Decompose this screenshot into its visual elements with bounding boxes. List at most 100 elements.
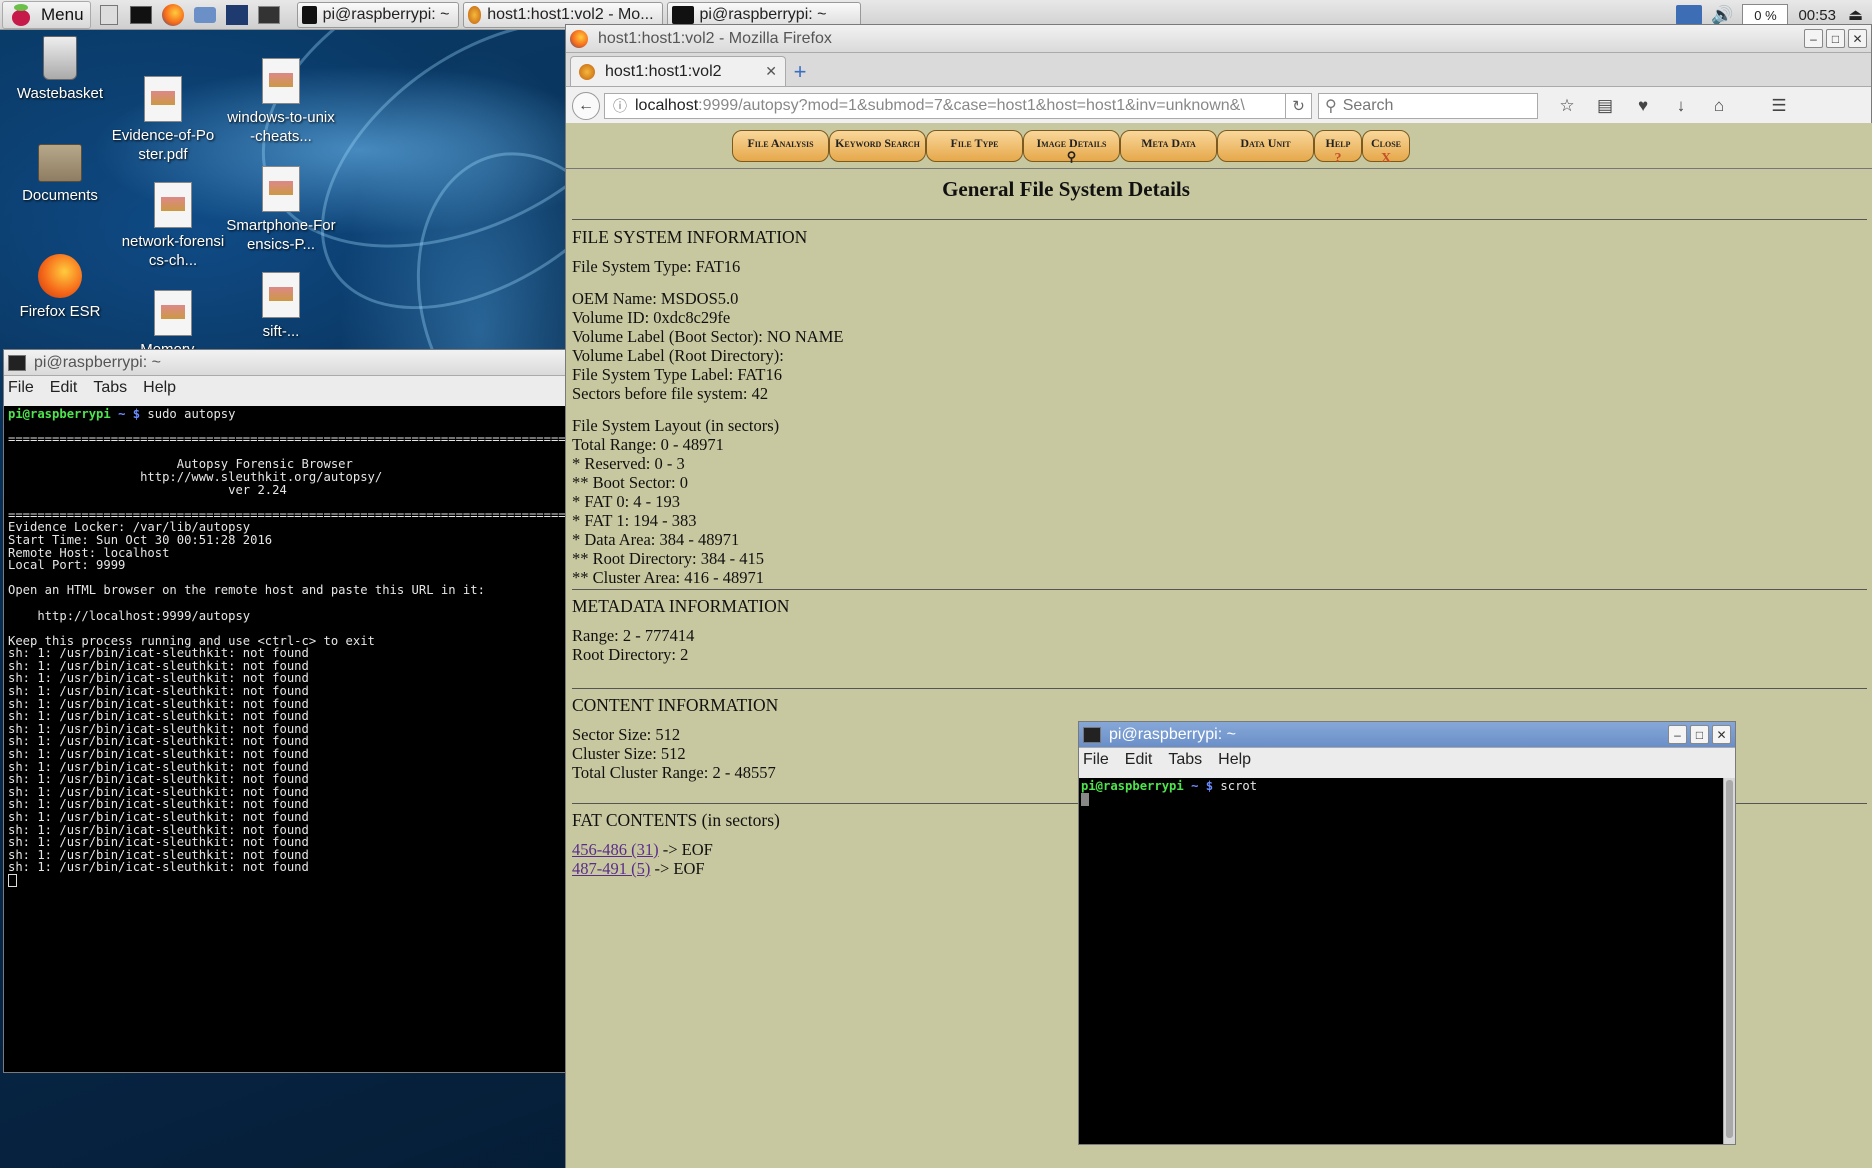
gear-icon (193, 6, 216, 23)
pocket-icon[interactable]: ♥ (1628, 93, 1658, 119)
metadata-section-heading: METADATA INFORMATION (572, 596, 790, 616)
file-manager-launcher[interactable] (95, 2, 123, 28)
divider (572, 589, 1867, 590)
fat-run-link[interactable]: 456-486 (31) (572, 840, 659, 859)
info-icon: ⓘ (613, 97, 627, 114)
prompt-symbol: ~ $ (1183, 779, 1221, 793)
document-icon (154, 290, 192, 336)
start-menu-button[interactable]: Menu (2, 0, 91, 29)
maximize-button[interactable]: □ (1690, 725, 1709, 744)
search-icon: ⚲ (1325, 97, 1337, 115)
download-icon[interactable]: ↓ (1666, 93, 1696, 119)
wastebasket-icon[interactable]: Wastebasket (5, 36, 115, 103)
bookmark-star-icon[interactable]: ☆ (1552, 93, 1582, 119)
meta-data-button[interactable]: Meta Data (1120, 130, 1217, 162)
terminal-scrollbar[interactable] (1723, 778, 1735, 1144)
close-button[interactable]: ✕ (1712, 725, 1731, 744)
firefox-icon (38, 254, 82, 298)
fat-contents: 456-486 (31) -> EOF 487-491 (5) -> EOF (572, 840, 713, 878)
tab-strip: host1:host1:vol2 ✕ + (566, 53, 1871, 87)
sift-file-icon[interactable]: sift-... (226, 272, 336, 342)
help-icon: ? (1334, 151, 1342, 166)
keyword-search-button[interactable]: Keyword Search (829, 130, 926, 162)
scrollbar-thumb[interactable] (1726, 780, 1733, 1138)
menu-file[interactable]: File (8, 379, 34, 397)
fat-entry: 456-486 (31) -> EOF (572, 840, 713, 859)
window-title: pi@raspberrypi: ~ (34, 353, 161, 371)
new-tab-button[interactable]: + (786, 58, 814, 86)
raspberry-icon (9, 3, 33, 26)
reading-list-icon[interactable]: ▤ (1590, 93, 1620, 119)
home-icon[interactable]: ⌂ (1704, 93, 1734, 119)
terminal-titlebar[interactable]: pi@raspberrypi: ~ – □ ✕ (4, 350, 660, 376)
close-page-button[interactable]: Close X (1362, 130, 1410, 166)
eject-icon[interactable]: ⏏ (1848, 5, 1868, 25)
close-icon: X (1380, 151, 1392, 166)
prompt-user: pi@raspberrypi (8, 407, 111, 421)
firefox-launcher[interactable] (159, 2, 187, 28)
wolfram-launcher[interactable] (223, 2, 251, 28)
cpu-usage-meter: 0 % (1742, 4, 1789, 26)
terminal-output[interactable]: pi@raspberrypi ~ $ sudo autopsy ========… (4, 406, 650, 1072)
network-forensics-icon[interactable]: network-forensics-ch... (118, 182, 228, 270)
fs-section-heading: FILE SYSTEM INFORMATION (572, 227, 808, 247)
fs-type: File System Type: FAT16 (572, 257, 741, 276)
firefox-icon (467, 5, 482, 24)
close-button[interactable]: ✕ (1848, 29, 1867, 48)
minimize-button[interactable]: – (1804, 29, 1823, 48)
firefox-titlebar[interactable]: host1:host1:vol2 - Mozilla Firefox – □ ✕ (566, 25, 1871, 53)
menu-help[interactable]: Help (143, 379, 176, 397)
firefox-esr-shortcut[interactable]: Firefox ESR (5, 254, 115, 321)
calculator-launcher[interactable] (255, 2, 283, 28)
trash-icon (43, 36, 77, 80)
terminal-output[interactable]: pi@raspberrypi ~ $ scrot (1079, 778, 1723, 1144)
terminal-titlebar[interactable]: pi@raspberrypi: ~ – □ ✕ (1079, 722, 1735, 748)
settings-launcher[interactable] (191, 2, 219, 28)
url-bar[interactable]: ⓘ localhost:9999/autopsy?mod=1&submod=7&… (604, 92, 1286, 119)
maximize-button[interactable]: □ (1826, 29, 1845, 48)
divider (572, 219, 1867, 220)
document-icon (262, 272, 300, 318)
tab-close-icon[interactable]: ✕ (765, 63, 777, 80)
chart-icon (225, 4, 248, 25)
help-button[interactable]: Help ? (1314, 130, 1362, 166)
windows-to-unix-icon[interactable]: windows-to-unix-cheats... (226, 58, 336, 146)
content-section-heading: CONTENT INFORMATION (572, 695, 779, 715)
terminal-command: sudo autopsy (147, 407, 236, 421)
browser-tab[interactable]: host1:host1:vol2 ✕ (570, 56, 786, 86)
document-icon (262, 58, 300, 104)
fat-run-link[interactable]: 487-491 (5) (572, 859, 650, 878)
file-analysis-button[interactable]: File Analysis (732, 130, 829, 162)
data-unit-button[interactable]: Data Unit (1217, 130, 1314, 162)
terminal-menubar: File Edit Tabs Help (1079, 748, 1735, 772)
menu-tabs[interactable]: Tabs (1168, 751, 1202, 769)
memory-file-icon[interactable]: Memory... (118, 290, 228, 350)
hamburger-menu-icon[interactable]: ☰ (1764, 93, 1794, 119)
back-button[interactable]: ← (572, 91, 600, 120)
terminal-cursor (8, 873, 17, 887)
menu-file[interactable]: File (1083, 751, 1109, 769)
evidence-pdf-icon[interactable]: Evidence-of-Poster.pdf (108, 76, 218, 164)
terminal-launcher[interactable] (127, 2, 155, 28)
menu-tabs[interactable]: Tabs (93, 379, 127, 397)
sectors-before: Sectors before file system: 42 (572, 384, 769, 403)
network-icon[interactable] (1676, 5, 1703, 25)
fat-entry: 487-491 (5) -> EOF (572, 859, 705, 878)
clock[interactable]: 00:53 (1798, 7, 1836, 24)
terminal-icon (301, 5, 317, 24)
taskbar-task-terminal-1[interactable]: pi@raspberrypi: ~ (296, 1, 459, 28)
minimize-button[interactable]: – (1668, 725, 1687, 744)
reload-button[interactable]: ↻ (1286, 92, 1312, 119)
image-details-button[interactable]: Image Details ⚲ (1023, 130, 1120, 163)
volume-icon[interactable]: 🔊 (1710, 5, 1734, 25)
documents-folder-icon[interactable]: Documents (5, 144, 115, 205)
document-icon (262, 166, 300, 212)
file-type-button[interactable]: File Type (926, 130, 1023, 162)
menu-edit[interactable]: Edit (50, 379, 78, 397)
menu-edit[interactable]: Edit (1125, 751, 1153, 769)
calculator-icon (257, 5, 280, 24)
menu-help[interactable]: Help (1218, 751, 1251, 769)
search-input[interactable]: ⚲ Search (1318, 92, 1538, 119)
folder-icon (99, 4, 118, 25)
smartphone-forensics-icon[interactable]: Smartphone-Forensics-P... (226, 166, 336, 254)
